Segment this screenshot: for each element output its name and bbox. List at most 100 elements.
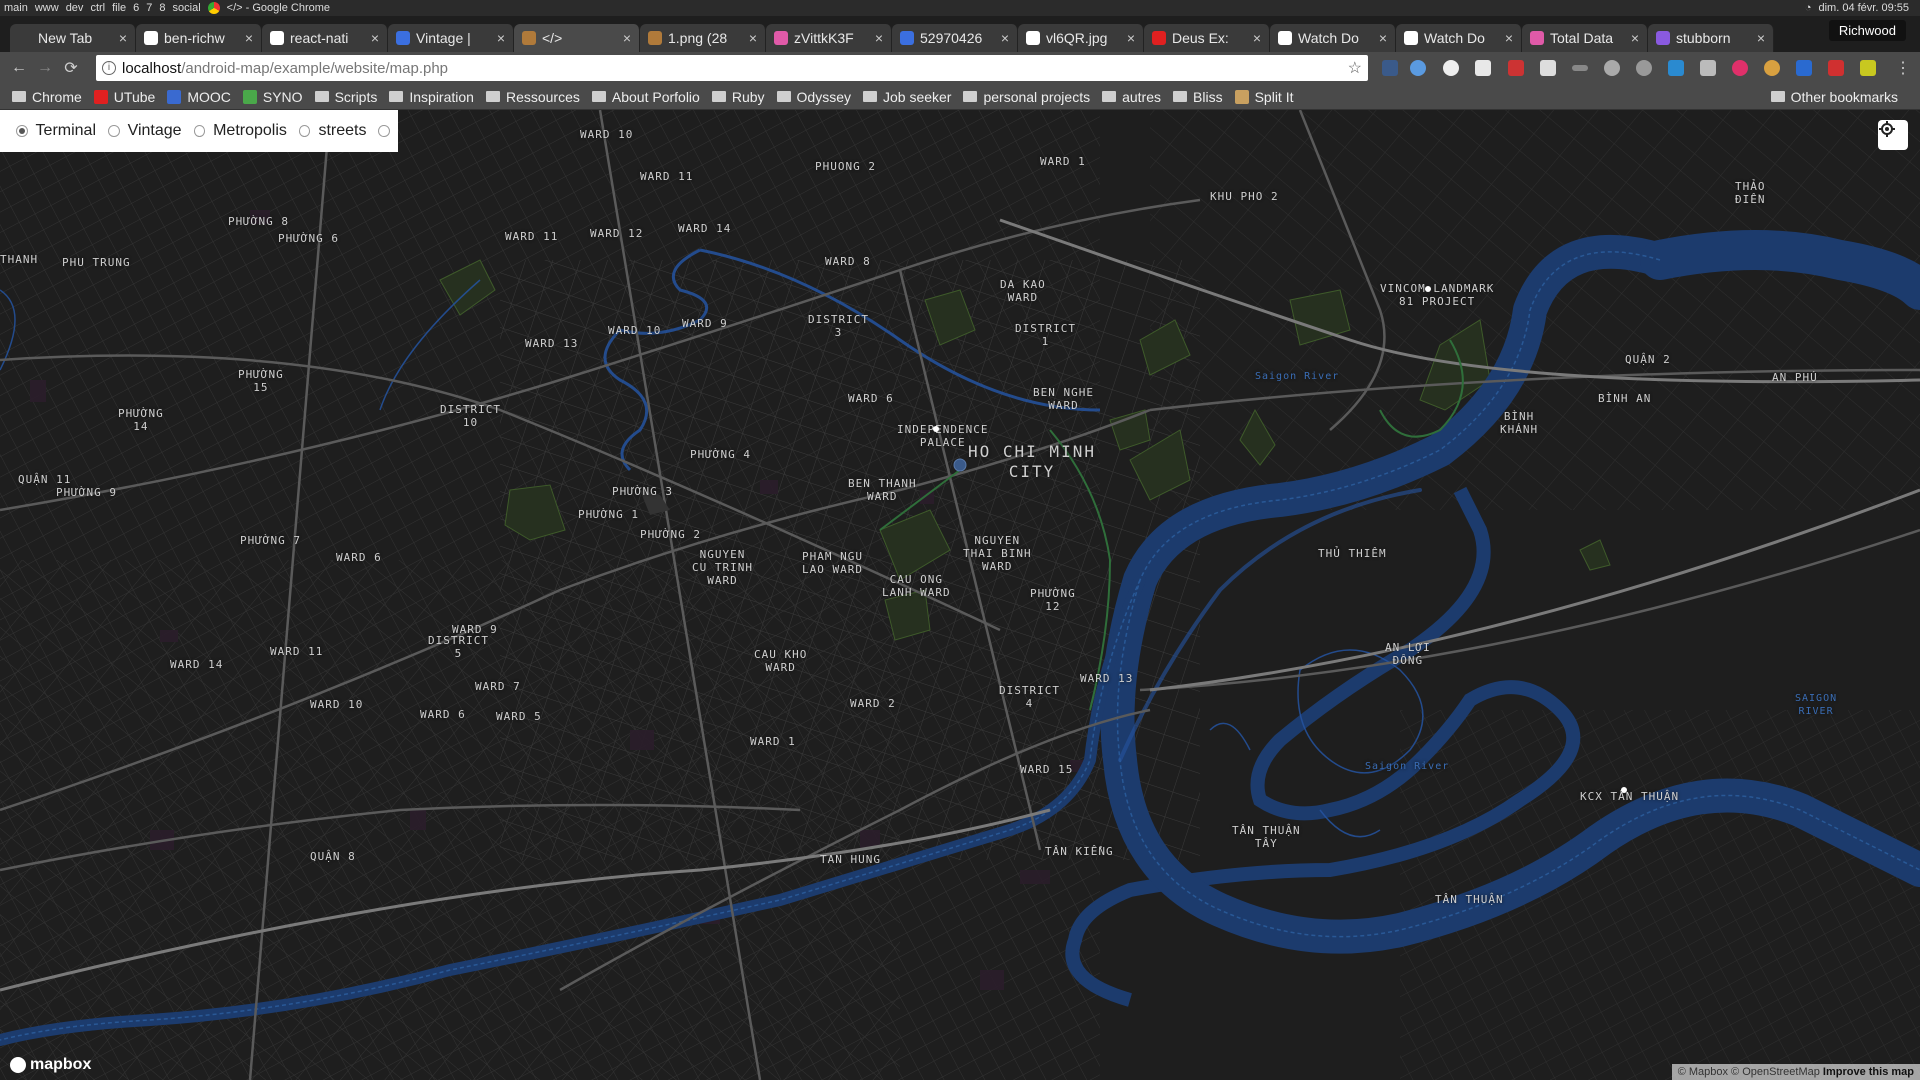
tab-close-icon[interactable]: × [1001,30,1009,46]
browser-tab[interactable]: react-nati × [262,24,388,52]
extension-icon[interactable] [1382,60,1398,76]
bookmark-autres[interactable]: autres [1102,89,1161,105]
workspace-file[interactable]: file [112,2,126,14]
style-radio-vintage[interactable] [108,125,120,137]
map-place-label: AN LỢI ĐÔNG [1385,641,1431,667]
workspace-main[interactable]: main [4,2,28,14]
tab-close-icon[interactable]: × [245,30,253,46]
tab-close-icon[interactable]: × [623,30,631,46]
extension-g-icon[interactable] [1828,60,1844,76]
folder-icon [862,91,877,102]
forward-button[interactable]: → [32,59,58,77]
browser-tab[interactable]: </> × [514,24,640,52]
extension-globe-icon[interactable] [1636,60,1652,76]
attribution-text[interactable]: © Mapbox © OpenStreetMap [1678,1066,1820,1078]
bookmark-split-it[interactable]: Split It [1234,89,1293,105]
address-bar[interactable]: i localhost/android-map/example/website/… [96,55,1368,81]
bookmark-chrome[interactable]: Chrome [12,89,82,105]
tab-close-icon[interactable]: × [749,30,757,46]
browser-tab[interactable]: vl6QR.jpg × [1018,24,1144,52]
extension-cookie-icon[interactable] [1764,60,1780,76]
workspace-dev[interactable]: dev [66,2,84,14]
workspace-www[interactable]: www [35,2,59,14]
mapbox-logo[interactable]: mapbox [10,1056,91,1074]
bookmark-bliss[interactable]: Bliss [1173,89,1223,105]
bookmark-mooc[interactable]: MOOC [167,89,231,105]
workspace-8[interactable]: 8 [159,2,165,14]
map-tiles[interactable] [0,110,1920,1080]
extension-grey-icon[interactable] [1604,60,1620,76]
workspace-social[interactable]: social [173,2,201,14]
info-icon[interactable]: i [102,61,116,75]
workspace-7[interactable]: 7 [146,2,152,14]
other-bookmarks[interactable]: Other bookmarks [1770,89,1898,105]
browser-tab[interactable]: stubborn × [1648,24,1774,52]
browser-tab[interactable]: zVittkK3F × [766,24,892,52]
extension-yellow-icon[interactable] [1860,60,1876,76]
bookmark-ruby[interactable]: Ruby [711,89,765,105]
bookmark-utube[interactable]: UTube [93,89,155,105]
bookmark-personal-projects[interactable]: personal projects [963,89,1090,105]
bookmark-inspiration[interactable]: Inspiration [389,89,474,105]
bookmark-job-seeker[interactable]: Job seeker [862,89,951,105]
extension-red-icon[interactable] [1508,60,1524,76]
improve-map-link[interactable]: Improve this map [1823,1066,1914,1078]
workspace-ctrl[interactable]: ctrl [90,2,105,14]
style-label-streets[interactable]: streets [318,122,366,140]
bookmark-syno[interactable]: SYNO [242,89,303,105]
workspace-6[interactable]: 6 [133,2,139,14]
tab-favicon-icon [18,31,32,45]
bookmark-label: Scripts [334,88,378,105]
browser-tab[interactable]: 1.png (28 × [640,24,766,52]
bookmark-about-porfolio[interactable]: About Porfolio [591,89,700,105]
tab-close-icon[interactable]: × [1379,30,1387,46]
bookmark-ressources[interactable]: Ressources [485,89,580,105]
tab-close-icon[interactable]: × [119,30,127,46]
style-radio-extra[interactable] [378,125,391,137]
browser-tab[interactable]: Vintage | × [388,24,514,52]
extension-ghost-icon[interactable] [1443,60,1459,76]
style-radio-terminal[interactable] [16,125,28,137]
extension-mail-icon[interactable] [1700,60,1716,76]
browser-tab[interactable]: Deus Ex: × [1144,24,1270,52]
tab-close-icon[interactable]: × [1757,30,1765,46]
extension-star-icon[interactable] [1410,60,1426,76]
back-button[interactable]: ← [6,59,32,77]
tab-close-icon[interactable]: × [371,30,379,46]
tab-close-icon[interactable]: × [1253,30,1261,46]
browser-tab[interactable]: Watch Do × [1396,24,1522,52]
browser-tab[interactable]: Watch Do × [1270,24,1396,52]
style-radio-metropolis[interactable] [193,125,206,137]
kcx-tan-thuan-marker[interactable] [1621,787,1627,793]
extension-check-icon[interactable] [1668,60,1684,76]
geolocate-button[interactable] [1878,120,1908,150]
browser-tab[interactable]: New Tab × [10,24,136,52]
tab-close-icon[interactable]: × [497,30,505,46]
profile-button[interactable]: Richwood [1828,20,1906,41]
style-radio-streets[interactable] [298,125,311,137]
tab-close-icon[interactable]: × [1631,30,1639,46]
tab-close-icon[interactable]: × [1127,30,1135,46]
tab-close-icon[interactable]: × [1505,30,1513,46]
menu-icon[interactable]: ⋮ [1890,58,1916,78]
tab-close-icon[interactable]: × [875,30,883,46]
extension-w-icon[interactable] [1475,60,1491,76]
independence-palace-marker[interactable] [933,426,939,432]
extension-t-icon[interactable] [1732,60,1748,76]
map-canvas[interactable]: PHUONG 2 WARD 10 WARD 11 WARD 1 KHU PHO 2 THẢ… [0,110,1920,1080]
browser-tab[interactable]: 52970426 × [892,24,1018,52]
bookmark-odyssey[interactable]: Odyssey [776,89,851,105]
style-label-vintage[interactable]: Vintage [128,122,182,140]
vincom-landmark-marker[interactable] [1425,286,1431,292]
extension-diamond-icon[interactable] [1540,60,1556,76]
style-label-terminal[interactable]: Terminal [36,122,96,140]
browser-tab[interactable]: ben-richw × [136,24,262,52]
bookmark-scripts[interactable]: Scripts [314,88,378,105]
extension-dots-icon[interactable] [1572,65,1588,71]
reload-button[interactable]: ⟳ [58,58,84,78]
bookmark-label: personal projects [983,88,1091,105]
browser-tab[interactable]: Total Data × [1522,24,1648,52]
style-label-metropolis[interactable]: Metropolis [213,122,287,140]
extension-s-icon[interactable] [1796,60,1812,76]
bookmark-star-icon[interactable]: ☆ [1348,58,1362,78]
